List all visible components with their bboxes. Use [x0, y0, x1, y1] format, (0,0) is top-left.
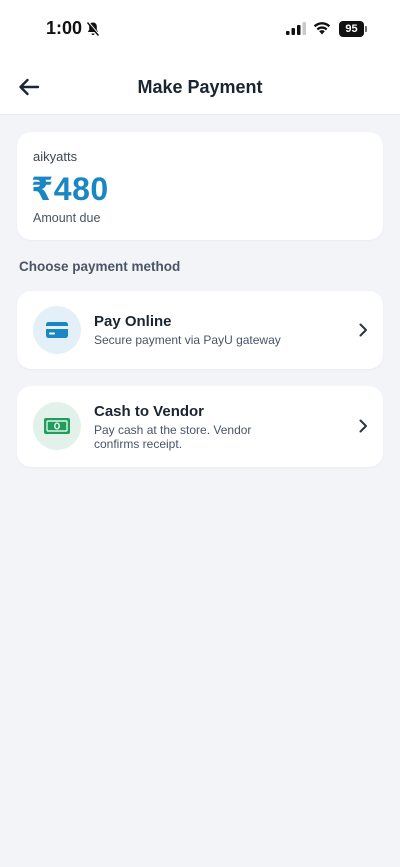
battery-tip — [365, 26, 367, 32]
top-area: 1:00 95 Make Payment — [0, 0, 400, 115]
cash-to-vendor-title: Cash to Vendor — [94, 403, 205, 420]
chevron-right-icon — [359, 323, 367, 337]
pay-online-option[interactable]: Pay Online Secure payment via PayU gatew… — [17, 291, 383, 369]
wifi-icon — [313, 22, 331, 35]
bell-slash-icon — [86, 21, 100, 37]
battery-level: 95 — [339, 21, 364, 37]
battery-icon: 95 — [339, 21, 368, 37]
pay-online-title: Pay Online — [94, 313, 172, 330]
nav-bar: Make Payment — [0, 58, 400, 115]
cash-icon — [44, 418, 70, 434]
vendor-name: aikyatts — [33, 149, 78, 164]
credit-card-icon — [46, 322, 68, 338]
status-bar: 1:00 95 — [0, 0, 400, 58]
page-title: Make Payment — [137, 77, 263, 97]
pay-online-icon-wrap — [33, 306, 81, 354]
pay-online-description: Secure payment via PayU gateway — [94, 333, 281, 347]
status-time: 1:00 — [46, 18, 83, 38]
amount-due-label: Amount due — [33, 211, 101, 225]
cash-to-vendor-option[interactable]: Cash to Vendor Pay cash at the store. Ve… — [17, 386, 383, 467]
amount-due-value: ₹480 — [31, 171, 109, 207]
amount-card: aikyatts ₹480 Amount due — [17, 132, 383, 240]
cellular-signal-icon — [286, 22, 306, 35]
cash-icon-wrap — [33, 402, 81, 450]
chevron-right-icon — [359, 419, 367, 433]
section-title: Choose payment method — [19, 259, 181, 274]
cash-to-vendor-description: Pay cash at the store. Vendor confirms r… — [94, 423, 252, 451]
